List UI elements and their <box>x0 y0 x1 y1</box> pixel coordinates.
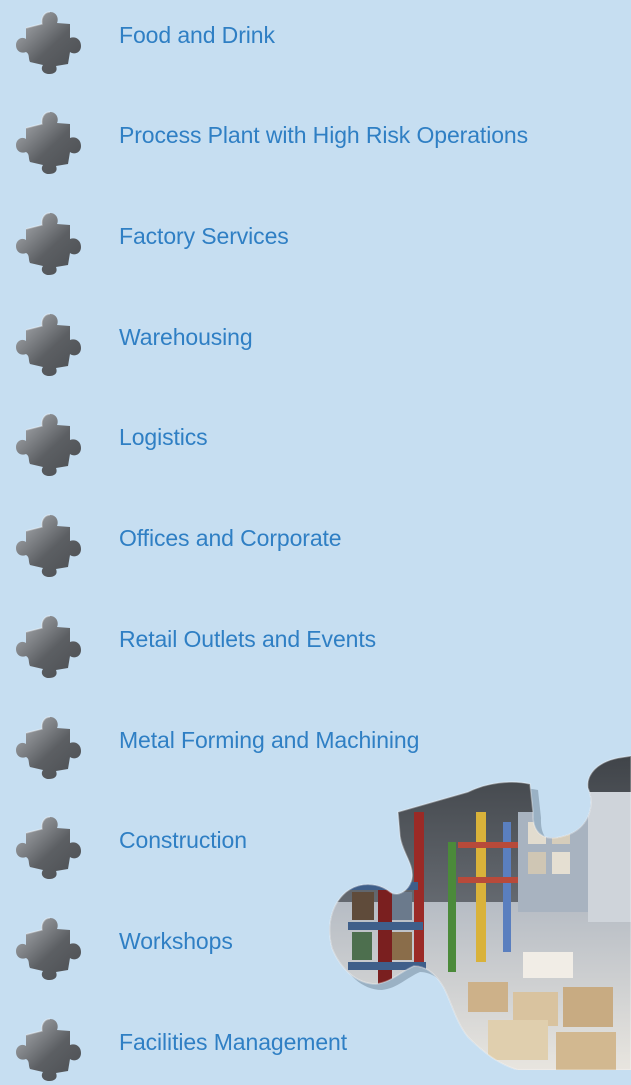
puzzle-piece-icon <box>12 310 82 376</box>
sector-label: Food and Drink <box>119 22 275 48</box>
sector-item-offices-and-corporate[interactable]: Offices and Corporate <box>0 511 631 581</box>
puzzle-piece-icon <box>12 914 82 980</box>
sector-item-retail-outlets[interactable]: Retail Outlets and Events <box>0 612 631 682</box>
sector-label: Process Plant with High Risk Operations <box>119 122 528 148</box>
sector-label: Warehousing <box>119 324 253 350</box>
puzzle-piece-icon <box>12 209 82 275</box>
sector-label: Construction <box>119 827 247 853</box>
puzzle-piece-icon <box>12 108 82 174</box>
sector-label: Workshops <box>119 928 233 954</box>
sector-label: Retail Outlets and Events <box>119 626 377 652</box>
sector-label: Offices and Corporate <box>119 525 342 551</box>
puzzle-piece-icon <box>12 813 82 879</box>
sector-item-factory-services[interactable]: Factory Services <box>0 209 631 279</box>
sector-label: Metal Forming and Machining <box>119 727 420 753</box>
sector-item-logistics[interactable]: Logistics <box>0 410 631 480</box>
puzzle-piece-icon <box>12 8 82 74</box>
puzzle-piece-icon <box>12 612 82 678</box>
sector-item-warehousing[interactable]: Warehousing <box>0 310 631 380</box>
sector-label: Factory Services <box>119 223 289 249</box>
puzzle-piece-icon <box>12 511 82 577</box>
puzzle-piece-icon <box>12 1015 82 1081</box>
puzzle-piece-icon <box>12 713 82 779</box>
sector-label: Facilities Management <box>119 1029 348 1055</box>
warehouse-puzzle-photo <box>328 755 631 1070</box>
sector-label: Logistics <box>119 424 208 450</box>
sector-item-process-plant[interactable]: Process Plant with High Risk Operations <box>0 108 631 178</box>
puzzle-piece-icon <box>12 410 82 476</box>
sector-item-food-and-drink[interactable]: Food and Drink <box>0 8 631 78</box>
